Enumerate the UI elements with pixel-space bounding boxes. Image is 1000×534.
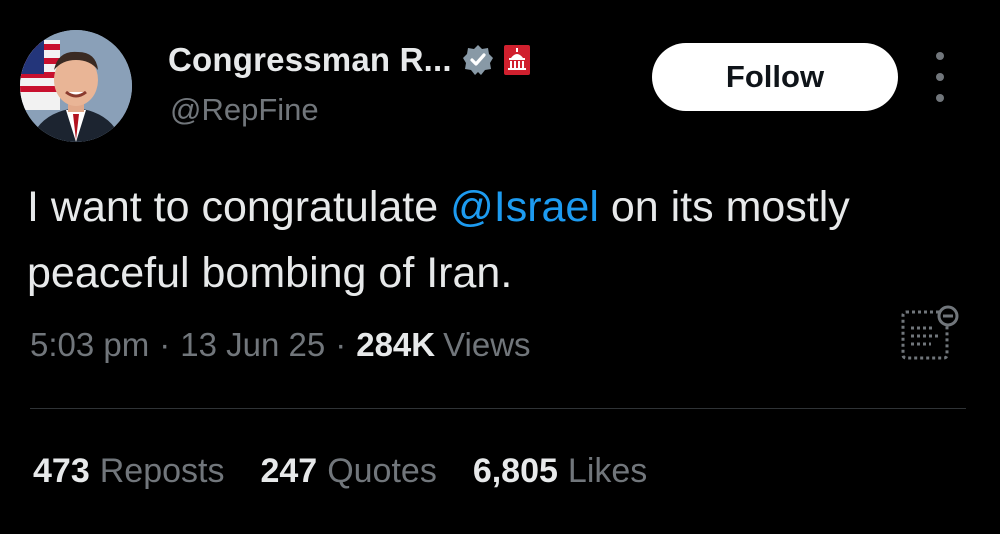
quotes-label: Quotes — [327, 452, 437, 490]
verified-badge-icon[interactable] — [462, 44, 494, 76]
engagement-stats: 473 Reposts 247 Quotes 6,805 Likes — [33, 452, 647, 491]
meta-separator: · — [335, 326, 347, 363]
reposts-label: Reposts — [99, 452, 225, 490]
analytics-icon[interactable] — [898, 302, 960, 364]
quotes-count: 247 — [260, 452, 318, 490]
mention-link[interactable]: @Israel — [450, 183, 599, 231]
follow-button[interactable]: Follow — [652, 43, 898, 111]
likes-stat[interactable]: 6,805 Likes — [473, 452, 647, 491]
author-handle[interactable]: @RepFine — [170, 92, 319, 128]
views-label: Views — [443, 326, 531, 363]
tweet-meta: 5:03 pm · 13 Jun 25 · 284K Views — [30, 326, 531, 364]
tweet-text: I want to congratulate @Israel on its mo… — [27, 174, 947, 306]
more-dot — [936, 73, 944, 81]
tweet-text-before: I want to congratulate — [27, 183, 451, 231]
reposts-stat[interactable]: 473 Reposts — [33, 452, 224, 491]
reposts-count: 473 — [33, 452, 90, 490]
divider — [30, 408, 966, 409]
meta-separator: · — [159, 326, 171, 363]
views-count: 284K — [356, 326, 436, 363]
likes-count: 6,805 — [472, 452, 558, 490]
likes-label: Likes — [567, 452, 648, 490]
display-name[interactable]: Congressman R... — [168, 41, 452, 79]
capitol-building-icon[interactable] — [503, 45, 530, 75]
more-options-icon[interactable] — [930, 52, 950, 102]
avatar[interactable] — [20, 30, 132, 142]
more-dot — [936, 94, 944, 102]
author-name-row: Congressman R... — [168, 38, 530, 82]
more-dot — [936, 52, 944, 60]
tweet-date[interactable]: 13 Jun 25 — [180, 326, 325, 364]
tweet-time[interactable]: 5:03 pm — [30, 326, 149, 364]
tweet: Congressman R... @RepFine Follow I want … — [0, 0, 1000, 534]
avatar-image — [20, 30, 132, 142]
quotes-stat[interactable]: 247 Quotes — [260, 452, 436, 491]
